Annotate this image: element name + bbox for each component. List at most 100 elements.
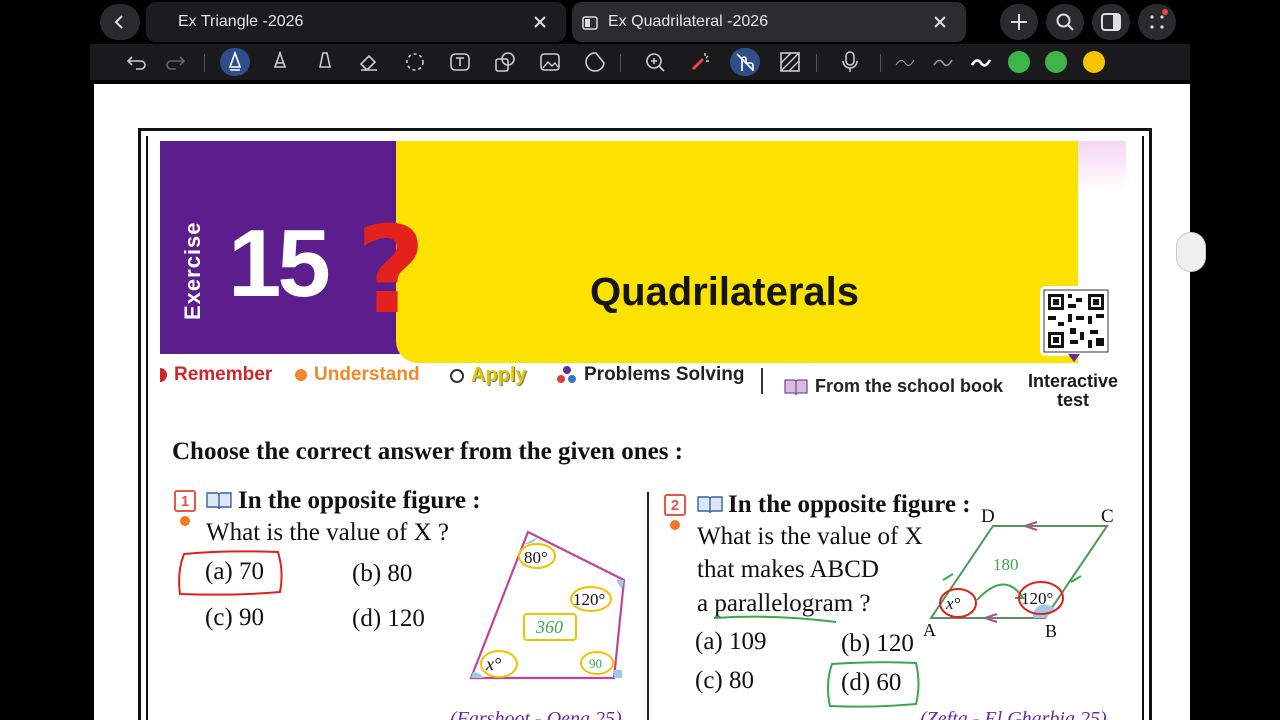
stroke-thin-button[interactable] <box>890 48 920 76</box>
color-swatch-yellow[interactable] <box>1083 51 1105 73</box>
chapter-banner <box>396 141 1078 363</box>
angle-label-120: 120° <box>573 590 605 609</box>
legend-label: Apply <box>471 364 527 386</box>
text-icon <box>450 53 470 71</box>
microphone-icon <box>842 51 858 72</box>
laser-pointer-tool[interactable] <box>685 48 715 76</box>
search-button[interactable] <box>1046 4 1084 40</box>
tab-label: Ex Triangle -2026 <box>178 13 304 30</box>
sticker-tool[interactable] <box>580 48 610 76</box>
shapes-icon <box>495 52 515 72</box>
annotation-180: 180 <box>993 555 1019 574</box>
option-b[interactable]: (b) 120 <box>841 630 914 658</box>
pencil-icon <box>273 51 287 68</box>
option-c[interactable]: (c) 90 <box>205 604 264 632</box>
zoom-icon <box>646 53 665 72</box>
color-swatch-green[interactable] <box>1008 51 1030 73</box>
chapter-title: Quadrilaterals <box>590 270 860 314</box>
tab-ex-triangle[interactable]: Ex Triangle -2026 <box>146 2 566 42</box>
undo-icon <box>126 56 146 70</box>
close-icon[interactable] <box>930 12 950 32</box>
question-source: (Farshoot - Qena 25) <box>450 708 622 720</box>
interactive-test-label[interactable]: Interactive test <box>1020 372 1126 410</box>
redo-icon <box>166 56 186 70</box>
legend-problems: Problems Solving <box>556 364 744 386</box>
grid-dots-icon <box>1150 15 1164 29</box>
angle-label-x: x° <box>485 654 501 674</box>
stroke-medium-button[interactable] <box>928 48 958 76</box>
stroke-thick-button[interactable] <box>966 48 996 76</box>
underline-annotation <box>713 615 837 623</box>
answer-circle-annotation <box>178 550 283 596</box>
toolbar-separator <box>816 54 817 72</box>
drawing-toolbar <box>90 44 1190 80</box>
exercise-number: 15 <box>228 210 331 317</box>
highlighter-tool[interactable] <box>310 48 340 76</box>
book-icon <box>697 496 723 514</box>
tab-ex-quadrilateral[interactable]: Ex Quadrilateral -2026 <box>572 2 966 42</box>
laser-pointer-icon <box>691 53 709 71</box>
more-button[interactable] <box>1138 4 1176 40</box>
vertex-label-d: D <box>981 506 995 527</box>
touch-draw-tool[interactable] <box>730 48 760 76</box>
eraser-icon <box>359 54 377 72</box>
stroke-thin-icon <box>895 59 915 66</box>
sticker-icon <box>585 52 605 72</box>
parallelogram-figure-2: D C A B 180 x° 120° <box>923 506 1114 641</box>
banner-corner <box>1078 141 1126 191</box>
back-button[interactable] <box>100 4 140 40</box>
annotation-360: 360 <box>535 617 563 637</box>
sidebar-toggle-button[interactable] <box>1092 4 1130 40</box>
question-number-2: 2 <box>664 494 686 516</box>
redo-button[interactable] <box>160 48 190 76</box>
vertex-label-c: C <box>1101 506 1114 527</box>
search-icon <box>1056 13 1074 31</box>
tab-label: Ex Quadrilateral -2026 <box>608 13 769 30</box>
option-a[interactable]: (a) 109 <box>695 628 767 656</box>
legend-label: Problems Solving <box>584 364 745 385</box>
pen-icon <box>228 51 242 71</box>
question-text: What is the value of X ? <box>206 519 449 546</box>
page-side-handle[interactable] <box>1176 232 1206 272</box>
question-title: In the opposite figure : <box>238 487 481 514</box>
zoom-tool[interactable] <box>640 48 670 76</box>
legend-label: Remember <box>174 364 273 385</box>
microphone-button[interactable] <box>835 48 865 76</box>
instructions: Choose the correct answer from the given… <box>172 438 684 465</box>
lasso-icon <box>406 53 424 71</box>
pattern-tool[interactable] <box>775 48 805 76</box>
stroke-thick-icon <box>970 59 992 67</box>
eraser-tool[interactable] <box>353 48 383 76</box>
angle-label-80: 80° <box>524 548 548 567</box>
toolbar-separator <box>620 54 621 72</box>
annotation-90: 90 <box>589 656 602 671</box>
pen-tool[interactable] <box>220 48 250 76</box>
option-c[interactable]: (c) 80 <box>695 667 754 695</box>
legend-label: From the school book <box>815 376 1004 396</box>
angle-label-120: 120° <box>1021 589 1053 608</box>
chevron-left-icon <box>114 15 123 29</box>
exercise-word: Exercise <box>180 221 205 320</box>
close-icon[interactable] <box>530 12 550 32</box>
color-swatch-green-2[interactable] <box>1045 51 1067 73</box>
lasso-tool[interactable] <box>400 48 430 76</box>
highlighter-icon <box>319 52 331 68</box>
option-d[interactable]: (d) 120 <box>352 605 425 633</box>
undo-button[interactable] <box>122 48 152 76</box>
book-icon <box>784 378 808 395</box>
legend-apply: Apply <box>449 364 527 387</box>
level-dot <box>670 520 680 530</box>
ring-icon <box>450 368 464 383</box>
pencil-tool[interactable] <box>265 48 295 76</box>
question-mark-graphic: ? <box>356 202 426 341</box>
option-b[interactable]: (b) 80 <box>352 560 412 588</box>
vertex-label-b: B <box>1045 621 1057 641</box>
qr-code-icon[interactable] <box>1040 286 1112 356</box>
text-tool[interactable] <box>445 48 475 76</box>
new-tab-button[interactable] <box>1000 4 1038 40</box>
half-dot-icon <box>160 368 167 382</box>
shapes-tool[interactable] <box>490 48 520 76</box>
stroke-medium-icon <box>933 59 953 67</box>
document-icon <box>582 16 598 30</box>
image-tool[interactable] <box>535 48 565 76</box>
